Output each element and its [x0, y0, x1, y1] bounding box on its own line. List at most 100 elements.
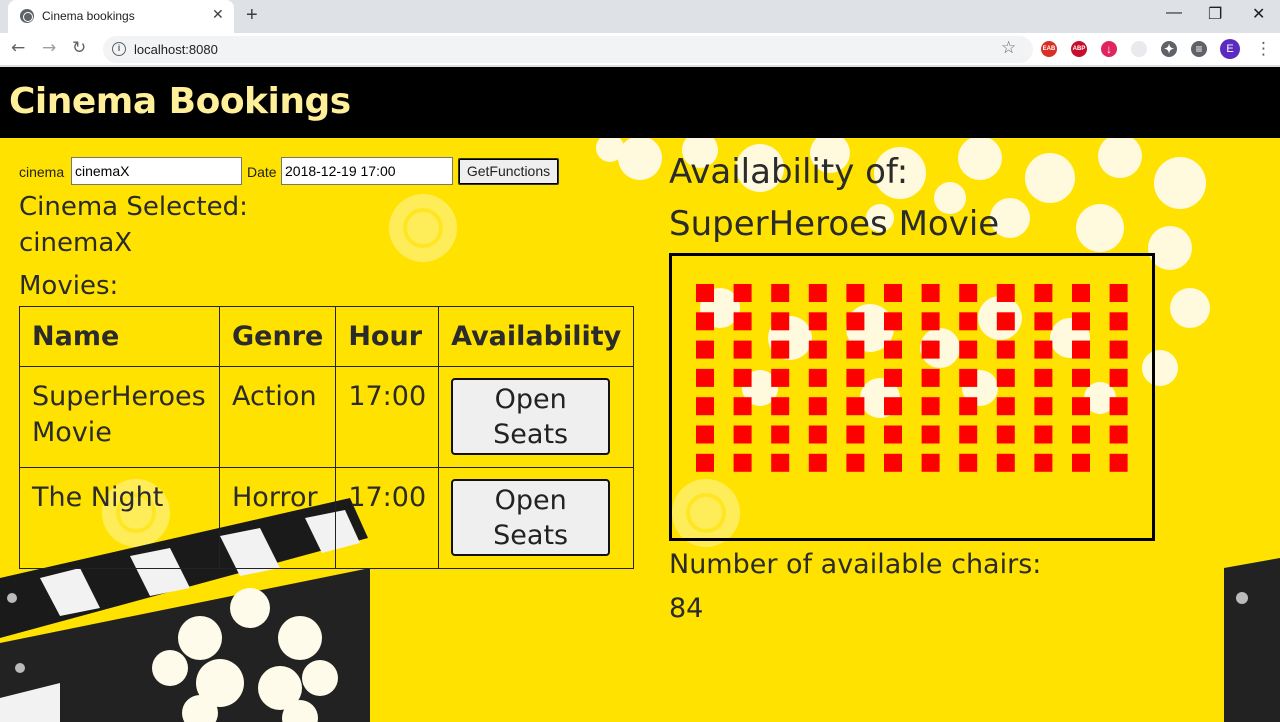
- blank-extension-icon[interactable]: [1131, 41, 1147, 57]
- seat[interactable]: [996, 453, 1015, 472]
- seat[interactable]: [1072, 397, 1090, 416]
- seat[interactable]: [1109, 425, 1128, 444]
- seat[interactable]: [959, 453, 978, 472]
- profile-avatar[interactable]: E: [1220, 39, 1240, 59]
- bookmark-star-icon[interactable]: ☆: [1001, 38, 1016, 58]
- open-seats-button[interactable]: Open Seats: [451, 479, 611, 556]
- seat[interactable]: [846, 397, 865, 416]
- seat[interactable]: [1072, 453, 1090, 472]
- seat[interactable]: [959, 340, 978, 359]
- seat[interactable]: [1034, 425, 1053, 444]
- seat[interactable]: [696, 284, 714, 302]
- seat[interactable]: [1109, 397, 1128, 416]
- seat[interactable]: [1034, 397, 1053, 416]
- seat[interactable]: [959, 425, 978, 444]
- seat[interactable]: [1072, 284, 1090, 302]
- seat[interactable]: [884, 312, 902, 331]
- seat[interactable]: [696, 397, 714, 416]
- menu-icon[interactable]: ⋮: [1255, 39, 1272, 59]
- seat[interactable]: [921, 284, 940, 302]
- date-input[interactable]: 2018-12-19 17:00: [281, 157, 453, 185]
- seat[interactable]: [846, 453, 865, 472]
- seat[interactable]: [921, 312, 940, 331]
- seat[interactable]: [996, 368, 1015, 387]
- seat[interactable]: [1034, 284, 1053, 302]
- seat[interactable]: [921, 340, 940, 359]
- open-seats-button[interactable]: Open Seats: [451, 378, 611, 455]
- seat[interactable]: [996, 425, 1015, 444]
- seat[interactable]: [808, 284, 827, 302]
- seat[interactable]: [884, 368, 902, 387]
- seat[interactable]: [771, 368, 790, 387]
- seat[interactable]: [696, 312, 714, 331]
- seat[interactable]: [1072, 340, 1090, 359]
- seat[interactable]: [696, 453, 714, 472]
- seat[interactable]: [996, 284, 1015, 302]
- seat[interactable]: [959, 312, 978, 331]
- seat[interactable]: [733, 368, 752, 387]
- seat[interactable]: [884, 397, 902, 416]
- seat[interactable]: [808, 368, 827, 387]
- seat[interactable]: [1072, 425, 1090, 444]
- seat[interactable]: [884, 284, 902, 302]
- seat[interactable]: [733, 425, 752, 444]
- address-bar[interactable]: i localhost:8080 ☆: [103, 36, 1033, 63]
- seat[interactable]: [771, 425, 790, 444]
- seat[interactable]: [1034, 340, 1053, 359]
- seat[interactable]: [884, 425, 902, 444]
- puzzle-extensions-icon[interactable]: ✦: [1161, 41, 1177, 57]
- new-tab-button[interactable]: +: [246, 4, 258, 27]
- seat[interactable]: [771, 312, 790, 331]
- seat[interactable]: [846, 425, 865, 444]
- seat[interactable]: [696, 340, 714, 359]
- seat[interactable]: [771, 284, 790, 302]
- seat[interactable]: [996, 312, 1015, 331]
- seat[interactable]: [1072, 368, 1090, 387]
- seat[interactable]: [921, 368, 940, 387]
- seat[interactable]: [996, 340, 1015, 359]
- seat[interactable]: [921, 453, 940, 472]
- seat[interactable]: [996, 397, 1015, 416]
- seat[interactable]: [959, 284, 978, 302]
- back-button[interactable]: ←: [11, 38, 25, 58]
- seat[interactable]: [808, 453, 827, 472]
- seat[interactable]: [733, 312, 752, 331]
- seat[interactable]: [733, 453, 752, 472]
- site-info-icon[interactable]: i: [112, 42, 126, 56]
- reload-button[interactable]: ↻: [72, 38, 86, 58]
- seat[interactable]: [808, 340, 827, 359]
- seat[interactable]: [1109, 312, 1128, 331]
- minimize-button[interactable]: —: [1166, 4, 1182, 22]
- seat[interactable]: [846, 284, 865, 302]
- seat[interactable]: [696, 425, 714, 444]
- seat[interactable]: [771, 340, 790, 359]
- seat[interactable]: [1034, 312, 1053, 331]
- forward-button[interactable]: →: [42, 38, 56, 58]
- seat[interactable]: [733, 340, 752, 359]
- adblock-plus-icon[interactable]: ABP: [1071, 41, 1087, 57]
- media-queue-icon[interactable]: ≡: [1191, 41, 1207, 57]
- restore-button[interactable]: ❐: [1208, 4, 1222, 24]
- browser-tab[interactable]: Cinema bookings ✕: [8, 0, 234, 33]
- seat[interactable]: [808, 397, 827, 416]
- seat[interactable]: [884, 340, 902, 359]
- seat[interactable]: [808, 425, 827, 444]
- seat[interactable]: [846, 368, 865, 387]
- close-window-button[interactable]: ✕: [1252, 4, 1265, 24]
- seat[interactable]: [696, 368, 714, 387]
- seat[interactable]: [1034, 368, 1053, 387]
- get-functions-button[interactable]: GetFunctions: [458, 158, 559, 185]
- seat[interactable]: [921, 397, 940, 416]
- seat[interactable]: [1109, 453, 1128, 472]
- close-tab-icon[interactable]: ✕: [212, 7, 224, 23]
- seat[interactable]: [771, 453, 790, 472]
- seat[interactable]: [1109, 340, 1128, 359]
- seat[interactable]: [1034, 453, 1053, 472]
- seat[interactable]: [959, 397, 978, 416]
- eab-extension-icon[interactable]: EAB: [1041, 41, 1057, 57]
- cinema-input[interactable]: cinemaX: [71, 157, 242, 185]
- seat[interactable]: [1109, 284, 1128, 302]
- seat[interactable]: [733, 284, 752, 302]
- seat[interactable]: [846, 312, 865, 331]
- seat[interactable]: [959, 368, 978, 387]
